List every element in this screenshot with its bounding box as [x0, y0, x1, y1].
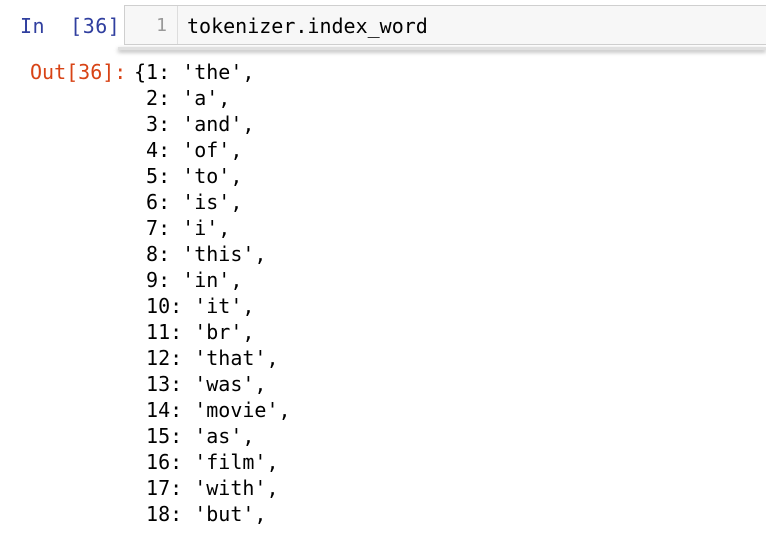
dict-value: 'the',: [182, 60, 255, 84]
dict-value: 'film',: [194, 450, 279, 474]
dict-key: 7:: [146, 216, 183, 240]
output-line: 12: 'that',: [134, 345, 754, 371]
dict-value: 'with',: [194, 476, 279, 500]
output-line: 7: 'i',: [134, 215, 754, 241]
dict-value: 'this',: [182, 242, 267, 266]
dict-key: 2:: [146, 86, 183, 110]
dict-value: 'movie',: [194, 398, 291, 422]
output-line: 5: 'to',: [134, 163, 754, 189]
dict-value: 'that',: [194, 346, 279, 370]
input-prompt: In [36]:: [20, 14, 133, 38]
open-brace: {: [134, 60, 147, 84]
output-line: 2: 'a',: [134, 85, 754, 111]
code-editor[interactable]: 1 tokenizer.index_word: [124, 5, 766, 45]
output-prompt: Out[36]:: [30, 60, 127, 84]
notebook-cell: In [36]: 1 tokenizer.index_word Out[36]:…: [0, 0, 766, 533]
code-line[interactable]: tokenizer.index_word: [187, 14, 428, 38]
output-line: 9: 'in',: [134, 267, 754, 293]
line-number-gutter: 1: [125, 6, 178, 44]
output-line: 8: 'this',: [134, 241, 754, 267]
line-number: 1: [156, 15, 167, 36]
output-area: {1: 'the', 2: 'a', 3: 'and', 4: 'of', 5:…: [134, 59, 754, 527]
input-area: In [36]: 1 tokenizer.index_word: [0, 0, 766, 50]
dict-key: 18:: [146, 502, 195, 526]
dict-value: 'was',: [194, 372, 267, 396]
dict-value: 'of',: [182, 138, 243, 162]
dict-value: 'it',: [194, 294, 255, 318]
dict-key: 8:: [146, 242, 183, 266]
output-line: 14: 'movie',: [134, 397, 754, 423]
dict-key: 14:: [146, 398, 195, 422]
dict-value: 'i',: [182, 216, 231, 240]
dict-key: 6:: [146, 190, 183, 214]
dict-key: 5:: [146, 164, 183, 188]
output-line: 11: 'br',: [134, 319, 754, 345]
dict-key: 17:: [146, 476, 195, 500]
output-line: 16: 'film',: [134, 449, 754, 475]
dict-value: 'and',: [182, 112, 255, 136]
output-line: 3: 'and',: [134, 111, 754, 137]
output-line: 13: 'was',: [134, 371, 754, 397]
cell-divider: [118, 47, 766, 50]
dict-value: 'but',: [194, 502, 267, 526]
dict-value: 'to',: [182, 164, 243, 188]
output-line: 10: 'it',: [134, 293, 754, 319]
dict-key: 1:: [146, 60, 183, 84]
dict-key: 9:: [146, 268, 183, 292]
dict-key: 13:: [146, 372, 195, 396]
dict-key: 4:: [146, 138, 183, 162]
output-line: 17: 'with',: [134, 475, 754, 501]
output-line: {1: 'the',: [134, 59, 754, 85]
output-line: 4: 'of',: [134, 137, 754, 163]
dict-value: 'as',: [194, 424, 255, 448]
dict-value: 'is',: [182, 190, 243, 214]
dict-value: 'br',: [194, 320, 255, 344]
output-line: 18: 'but',: [134, 501, 754, 527]
dict-key: 16:: [146, 450, 195, 474]
output-line: 15: 'as',: [134, 423, 754, 449]
dict-value: 'in',: [182, 268, 243, 292]
dict-key: 11:: [146, 320, 195, 344]
dict-key: 3:: [146, 112, 183, 136]
dict-value: 'a',: [182, 86, 231, 110]
dict-key: 10:: [146, 294, 195, 318]
dict-key: 12:: [146, 346, 195, 370]
output-line: 6: 'is',: [134, 189, 754, 215]
dict-key: 15:: [146, 424, 195, 448]
